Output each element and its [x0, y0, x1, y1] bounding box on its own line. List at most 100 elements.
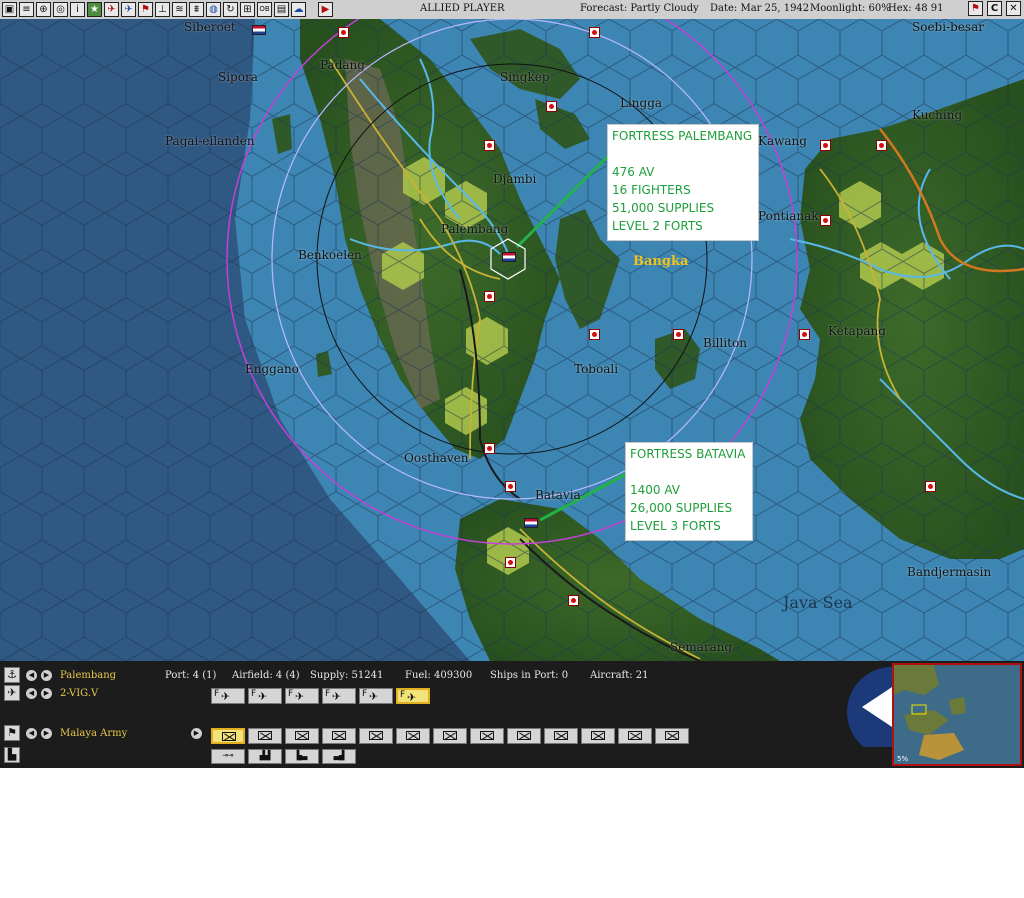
medals-icon[interactable]: ★	[87, 2, 102, 17]
japanese-base-marker[interactable]	[589, 329, 600, 340]
land-unit-button[interactable]	[248, 728, 282, 744]
grid-icon[interactable]: ▤	[274, 2, 289, 17]
hq-name[interactable]: Malaya Army	[60, 728, 127, 739]
japanese-base-marker[interactable]	[568, 595, 579, 606]
reports-icon[interactable]: ≡	[19, 2, 34, 17]
fighter-squadron-button[interactable]: F ✈	[359, 688, 393, 704]
prev-hq-button[interactable]: ◀	[26, 728, 37, 739]
industry-button[interactable]: ▟▟	[248, 749, 282, 764]
air-unit-name[interactable]: 2-VIG.V	[60, 688, 98, 699]
resources-button[interactable]: ▃▟	[322, 749, 356, 764]
bangka-region-label: Bangka	[633, 254, 689, 269]
japanese-base-marker[interactable]	[799, 329, 810, 340]
land-unit-button[interactable]	[507, 728, 541, 744]
japanese-base-marker[interactable]	[546, 101, 557, 112]
japanese-base-marker[interactable]	[820, 215, 831, 226]
place-label: Billiton	[703, 336, 747, 350]
fighter-squadron-button[interactable]: F ✈	[285, 688, 319, 704]
place-label: Siberoet	[184, 20, 236, 34]
place-label: Pagai-eilanden	[165, 134, 255, 148]
land-unit-button[interactable]	[396, 728, 430, 744]
land-unit-button[interactable]	[470, 728, 504, 744]
globe-icon[interactable]: ◍	[206, 2, 221, 17]
fortress-palembang-callout: FORTRESS PALEMBANG 476 AV 16 FIGHTERS 51…	[607, 124, 759, 241]
industry-icon[interactable]: ▙	[4, 747, 20, 763]
land-unit-button[interactable]	[655, 728, 689, 744]
japanese-base-marker[interactable]	[876, 140, 887, 151]
subs-icon[interactable]: ≋	[172, 2, 187, 17]
weather-icon[interactable]: ☁	[291, 2, 306, 17]
minimap[interactable]: 5%	[892, 663, 1022, 766]
land-unit-button[interactable]	[285, 728, 319, 744]
place-label: Djambi	[493, 172, 537, 186]
minimap-view[interactable]: 5%	[894, 665, 1020, 764]
cycle-icon[interactable]: ↻	[223, 2, 238, 17]
infantry-unit-icon	[332, 731, 346, 740]
selected-fighter-squadron-button[interactable]: F ✈	[396, 688, 430, 704]
aircraft-list-icon[interactable]: ⊕	[36, 2, 51, 17]
minimap-zoom-label: 5%	[897, 755, 908, 763]
info-icon[interactable]: ⊞	[240, 2, 255, 17]
fighter-squadron-button[interactable]: F ✈	[322, 688, 356, 704]
end-turn-flag-icon[interactable]: ⚑	[968, 1, 983, 16]
place-label: Pontianak	[758, 209, 819, 223]
plane-icon: ✈	[332, 690, 342, 703]
japanese-base-marker[interactable]	[820, 140, 831, 151]
anchor-icon[interactable]: ⚓	[4, 667, 20, 683]
land-unit-button[interactable]	[322, 728, 356, 744]
next-hq-button[interactable]: ▶	[41, 728, 52, 739]
order-of-battle-icon[interactable]: OB	[257, 2, 272, 17]
fighter-squadron-button[interactable]: F ✈	[211, 688, 245, 704]
flag-icon[interactable]: ⚑	[138, 2, 153, 17]
strategic-map[interactable]: Siberoet Soebi-besar Padang Sipora Singk…	[0, 19, 1024, 661]
japanese-base-marker[interactable]	[484, 443, 495, 454]
dutch-flag-icon[interactable]	[252, 25, 266, 35]
japanese-base-marker[interactable]	[505, 481, 516, 492]
japanese-base-marker[interactable]	[484, 140, 495, 151]
play-turn-icon[interactable]: ▶	[318, 2, 333, 17]
land-unit-button[interactable]	[618, 728, 652, 744]
japanese-base-marker[interactable]	[484, 291, 495, 302]
infantry-unit-icon	[443, 731, 457, 740]
airplane-icon[interactable]: ✈	[4, 685, 20, 701]
rail-button[interactable]: ⊸⊸	[211, 749, 245, 764]
next-base-button[interactable]: ▶	[41, 670, 52, 681]
hq-flag-icon[interactable]: ⚑	[4, 725, 20, 741]
base-name[interactable]: Palembang	[60, 670, 116, 681]
japanese-base-marker[interactable]	[589, 27, 600, 38]
land-unit-button[interactable]	[581, 728, 615, 744]
air-ops-icon[interactable]: ✈	[104, 2, 119, 17]
place-label: Kuching	[912, 108, 963, 122]
port-size: Port: 4 (1)	[165, 670, 217, 681]
convoy-icon[interactable]: ⩩	[189, 2, 204, 17]
callout-title: FORTRESS BATAVIA	[630, 447, 746, 461]
recon-icon[interactable]: ⊥	[155, 2, 170, 17]
air-unit-icon[interactable]: ✈	[121, 2, 136, 17]
japanese-base-marker[interactable]	[505, 557, 516, 568]
prev-base-button[interactable]: ◀	[26, 670, 37, 681]
place-label: Soebi-besar	[912, 20, 984, 34]
japanese-base-marker[interactable]	[673, 329, 684, 340]
hq-detail-button[interactable]: ▶	[191, 728, 202, 739]
close-icon[interactable]: ✕	[1006, 1, 1021, 16]
dutch-flag-icon[interactable]	[502, 252, 516, 262]
land-unit-button[interactable]	[211, 728, 245, 744]
land-unit-button[interactable]	[544, 728, 578, 744]
japanese-base-marker[interactable]	[925, 481, 936, 492]
map-view-icon[interactable]: ▣	[2, 2, 17, 17]
factory-button[interactable]: ▙▃	[285, 749, 319, 764]
intel-icon[interactable]: i	[70, 2, 85, 17]
prev-air-unit-button[interactable]: ◀	[26, 688, 37, 699]
next-air-unit-button[interactable]: ▶	[41, 688, 52, 699]
land-unit-button[interactable]	[433, 728, 467, 744]
dutch-flag-icon[interactable]	[524, 518, 538, 528]
ships-list-icon[interactable]: ◎	[53, 2, 68, 17]
plane-icon: ✈	[295, 690, 305, 703]
c-button[interactable]: C	[987, 1, 1002, 16]
infantry-unit-icon	[295, 731, 309, 740]
hq-unit-icon	[222, 732, 236, 741]
fighter-squadron-button[interactable]: F ✈	[248, 688, 282, 704]
japanese-base-marker[interactable]	[338, 27, 349, 38]
moonlight-label: Moonlight: 60%	[810, 3, 891, 14]
land-unit-button[interactable]	[359, 728, 393, 744]
